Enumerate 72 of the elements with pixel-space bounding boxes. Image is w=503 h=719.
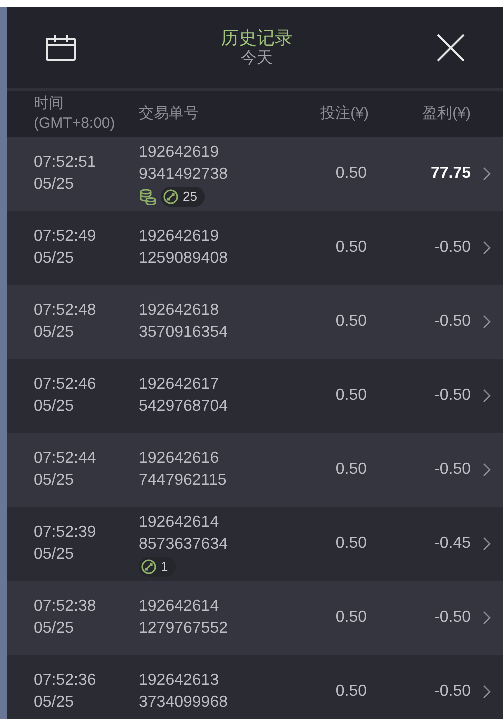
history-row[interactable]: 07:52:44 05/25 192642616 7447962115 0.50 -0.50 [7, 433, 503, 507]
profit-amount: -0.50 [434, 386, 471, 406]
order-number: 192642618 [139, 301, 220, 321]
stake-amount: 0.50 [334, 386, 368, 406]
trade-date: 05/25 [34, 545, 76, 565]
trade-date: 05/25 [34, 471, 76, 491]
stake-amount: 0.50 [334, 460, 368, 480]
order-number: 192642619 [139, 142, 220, 162]
profit-amount: -0.50 [434, 608, 471, 628]
free-spins-badge: 25 [161, 186, 206, 206]
stake-amount: 0.50 [334, 608, 368, 628]
column-header: 交易单号 [139, 104, 200, 124]
trade-time: 07:52:44 [34, 449, 98, 469]
trade-date: 05/25 [34, 397, 76, 417]
chevron-icon [483, 685, 491, 699]
column-header: 盈利(¥) [422, 104, 471, 124]
trade-time: 07:52:49 [34, 227, 98, 247]
chevron-icon [483, 241, 491, 255]
chevron-icon [483, 315, 491, 329]
order-number: 5429768704 [139, 397, 229, 417]
stake-amount: 0.50 [334, 164, 368, 184]
column-header: 投注(¥) [320, 104, 369, 124]
order-number: 192642617 [139, 375, 220, 395]
trade-time: 07:52:38 [34, 597, 98, 617]
order-number: 1259089408 [139, 249, 229, 269]
order-number: 192642616 [139, 449, 220, 469]
window-title: 历史记录 [221, 26, 293, 48]
order-number: 192642614 [139, 597, 220, 617]
spin-icon [141, 558, 157, 574]
profit-amount: -0.45 [434, 534, 471, 554]
history-row[interactable]: 07:52:51 05/25 192642619 9341492738 25 0.50 77.75 [7, 137, 503, 211]
profit-amount: -0.50 [434, 312, 471, 332]
profit-amount: 77.75 [430, 164, 471, 184]
profit-amount: -0.50 [434, 682, 471, 702]
order-number: 1279767552 [139, 619, 229, 639]
trade-time: 07:52:36 [34, 671, 98, 691]
trade-date: 05/25 [34, 619, 76, 639]
history-row[interactable]: 07:52:48 05/25 192642618 3570916354 0.50 -0.50 [7, 285, 503, 359]
trade-time: 07:52:51 [34, 153, 98, 173]
order-number: 3734099968 [139, 693, 229, 713]
order-number: 8573637634 [139, 534, 229, 554]
trade-date: 05/25 [34, 249, 76, 269]
order-number: 3570916354 [139, 323, 229, 343]
profit-amount: -0.50 [434, 238, 471, 258]
profit-amount: -0.50 [434, 460, 471, 480]
stake-amount: 0.50 [334, 312, 368, 332]
stake-amount: 0.50 [334, 682, 368, 702]
history-row[interactable]: 07:52:38 05/25 192642614 1279767552 0.50 -0.50 [7, 581, 503, 655]
stake-amount: 0.50 [334, 534, 368, 554]
trade-date: 05/25 [34, 323, 76, 343]
trade-time: 07:52:46 [34, 375, 98, 395]
order-number: 9341492738 [139, 164, 229, 184]
trade-date: 05/25 [34, 693, 76, 713]
order-number: 192642613 [139, 671, 220, 691]
column-header: 时间 (GMT+8:00) [33, 94, 116, 134]
stake-amount: 0.50 [334, 238, 368, 258]
order-number: 192642614 [139, 512, 220, 532]
date-filter: 今天 [241, 48, 273, 68]
spin-icon [163, 188, 179, 204]
calendar-icon[interactable] [45, 34, 77, 62]
chevron-icon [483, 463, 491, 477]
chevron-icon [483, 389, 491, 403]
chevron-icon [483, 167, 491, 181]
free-spins-badge: 1 [139, 556, 176, 576]
trade-time: 07:52:48 [34, 301, 98, 321]
order-number: 192642619 [139, 227, 220, 247]
order-number: 7447962115 [139, 471, 228, 491]
trade-date: 05/25 [34, 175, 76, 195]
trade-time: 07:52:39 [34, 523, 98, 543]
chevron-icon [483, 537, 491, 551]
chevron-icon [483, 611, 491, 625]
close-icon[interactable] [437, 34, 465, 62]
